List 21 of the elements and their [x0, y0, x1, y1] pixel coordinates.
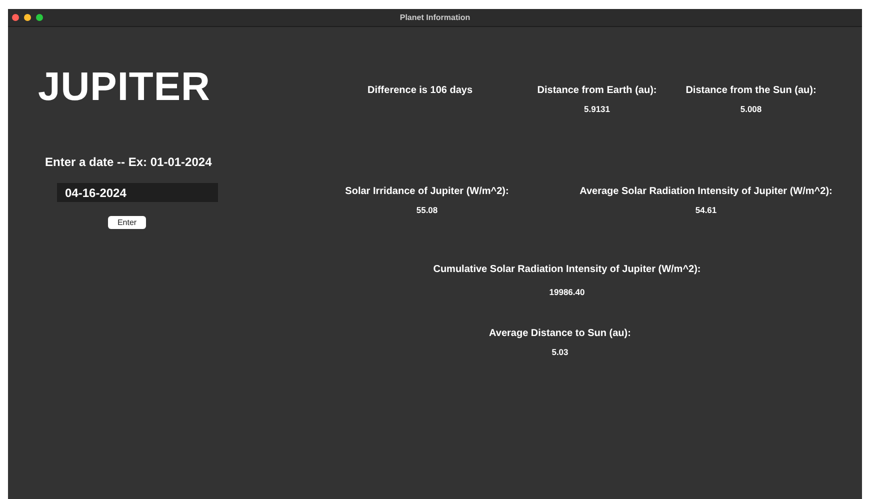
planet-name: JUPITER [38, 67, 210, 107]
minimize-button[interactable] [24, 14, 31, 21]
stat-value: 19986.40 [549, 287, 585, 297]
stat-value: 5.03 [552, 347, 568, 357]
stat-label: Cumulative Solar Radiation Intensity of Jupiter (W/m^2): [433, 264, 701, 275]
stat-label: Average Solar Radiation Intensity of Jupiter (W/m^2): [580, 186, 832, 197]
stat-label: Solar Irridance of Jupiter (W/m^2): [345, 186, 509, 197]
stat-value: 5.9131 [584, 104, 610, 114]
date-field[interactable]: 04-16-2024 [57, 183, 218, 202]
stat-label: Difference is 106 days [367, 85, 473, 96]
enter-button[interactable]: Enter [108, 216, 146, 229]
stat-value: 54.61 [695, 205, 717, 215]
stat-label: Distance from Earth (au): [537, 85, 657, 96]
stat-label: Average Distance to Sun (au): [489, 328, 631, 339]
zoom-button[interactable] [36, 14, 43, 21]
stat-value: 55.08 [416, 205, 438, 215]
window-title: Planet Information [400, 13, 470, 22]
date-prompt: Enter a date -- Ex: 01-01-2024 [45, 155, 212, 169]
stat-label: Distance from the Sun (au): [686, 85, 816, 96]
stat-value: 5.008 [740, 104, 762, 114]
close-button[interactable] [12, 14, 19, 21]
